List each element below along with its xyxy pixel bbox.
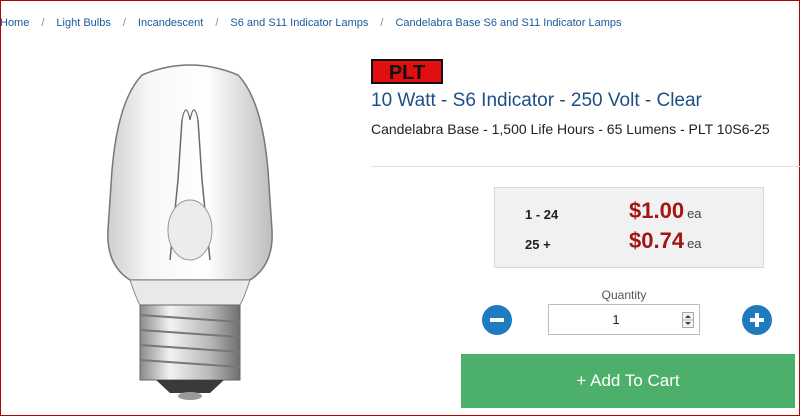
minus-circle-icon bbox=[490, 318, 504, 322]
breadcrumb-separator: / bbox=[41, 17, 45, 29]
tier-unit: ea bbox=[687, 236, 702, 251]
product-subtitle: Candelabra Base - 1,500 Life Hours - 65 … bbox=[371, 121, 770, 137]
breadcrumb-separator: / bbox=[380, 17, 384, 29]
tier-unit: ea bbox=[687, 206, 702, 221]
increase-quantity-button[interactable] bbox=[742, 305, 772, 335]
divider bbox=[371, 166, 800, 167]
quantity-field[interactable] bbox=[548, 304, 700, 335]
quantity-label: Quantity bbox=[601, 288, 647, 302]
tier-price: $0.74 ea bbox=[629, 228, 702, 253]
breadcrumb-incandescent[interactable]: Incandescent bbox=[138, 17, 203, 29]
breadcrumb-candelabra-base[interactable]: Candelabra Base S6 and S11 Indicator Lam… bbox=[395, 17, 621, 29]
tier-quantity: 1 - 24 bbox=[525, 207, 559, 222]
add-to-cart-button[interactable]: + Add To Cart bbox=[461, 354, 795, 408]
price-tier: 25 + $0.74 ea bbox=[495, 228, 763, 258]
light-bulb-illustration bbox=[107, 64, 273, 400]
breadcrumb-separator: / bbox=[122, 17, 126, 29]
product-image[interactable] bbox=[70, 60, 310, 400]
breadcrumb-separator: / bbox=[215, 17, 219, 29]
spinner-arrows-icon[interactable] bbox=[682, 312, 694, 328]
breadcrumb-home[interactable]: Home bbox=[0, 17, 29, 29]
plus-vertical-bar bbox=[755, 313, 759, 327]
product-title: 10 Watt - S6 Indicator - 250 Volt - Clea… bbox=[371, 90, 702, 111]
svg-text:PLT: PLT bbox=[389, 62, 425, 84]
breadcrumb: Home / Light Bulbs / Incandescent / S6 and S11… bbox=[0, 17, 622, 29]
price-tier: 1 - 24 $1.00 ea bbox=[495, 198, 763, 228]
plt-logo-icon: PLT bbox=[371, 59, 443, 84]
breadcrumb-light-bulbs[interactable]: Light Bulbs bbox=[56, 17, 110, 29]
price-table: 1 - 24 $1.00 ea 25 + $0.74 ea bbox=[494, 187, 764, 268]
brand-logo[interactable]: PLT bbox=[371, 59, 443, 84]
decrease-quantity-button[interactable] bbox=[482, 305, 512, 335]
breadcrumb-s6-s11-indicator[interactable]: S6 and S11 Indicator Lamps bbox=[230, 17, 368, 29]
tier-quantity: 25 + bbox=[525, 237, 551, 252]
tier-price: $1.00 ea bbox=[629, 198, 702, 223]
quantity-input[interactable] bbox=[549, 305, 683, 334]
